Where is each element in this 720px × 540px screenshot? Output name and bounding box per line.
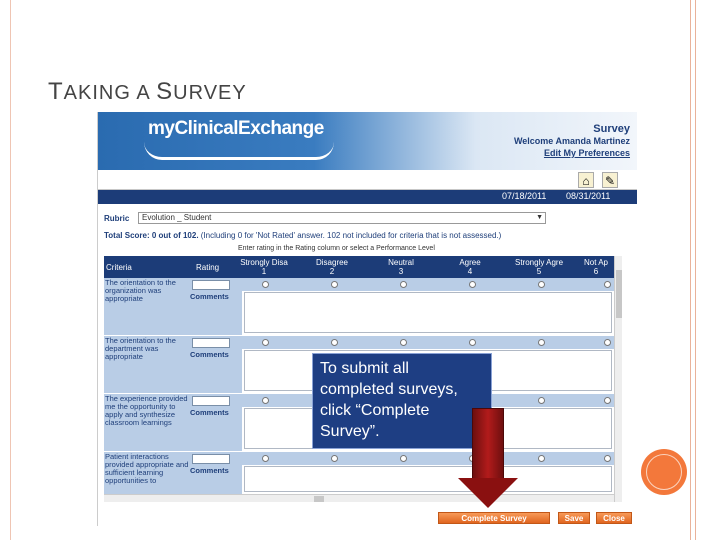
rubric-label: Rubric <box>104 214 130 223</box>
grid-header: Criteria Rating Strongly Disa 1 Disagree 2… <box>104 256 614 278</box>
date-range-bar: 07/18/2011 08/31/2011 <box>98 190 637 204</box>
rating-input[interactable] <box>192 338 230 348</box>
radio-level-2[interactable] <box>331 339 338 346</box>
toolbar: ⌂ ✎ <box>98 170 637 190</box>
radio-level-1[interactable] <box>262 397 269 404</box>
radio-level-2[interactable] <box>331 281 338 288</box>
table-row: The orientation to the organization was … <box>104 278 614 335</box>
radio-level-4[interactable] <box>469 339 476 346</box>
radio-level-5[interactable] <box>538 397 545 404</box>
vertical-scrollbar[interactable] <box>614 256 622 502</box>
col-criteria: Criteria <box>106 263 132 272</box>
scroll-thumb[interactable] <box>616 270 622 318</box>
edit-preferences-link[interactable]: Edit My Preferences <box>514 147 630 159</box>
end-date: 08/31/2011 <box>566 191 611 201</box>
logo-swoosh-icon <box>144 142 334 160</box>
start-date: 07/18/2011 <box>502 191 547 201</box>
radio-level-6[interactable] <box>604 281 611 288</box>
rating-input[interactable] <box>192 280 230 290</box>
radio-level-3[interactable] <box>400 281 407 288</box>
app-screenshot: myClinicalExchange Survey Welcome Amanda… <box>97 112 637 526</box>
rating-instructions: Enter rating in the Rating column or sel… <box>238 245 435 252</box>
close-button[interactable]: Close <box>596 512 632 524</box>
app-logo[interactable]: myClinicalExchange <box>148 118 324 140</box>
instruction-callout: To submit all completed surveys, click “… <box>312 353 492 449</box>
col-level-6: Not Ap 6 <box>583 258 608 276</box>
total-score: Total Score: 0 out of 102. (Including 0 … <box>104 231 502 240</box>
radio-level-5[interactable] <box>538 339 545 346</box>
red-arrow-shaft <box>472 408 504 480</box>
col-level-3: Neutral 3 <box>388 258 414 276</box>
col-level-5: Strongly Agre 5 <box>514 258 564 276</box>
rating-input[interactable] <box>192 454 230 464</box>
criteria-text: The orientation to the department was ap… <box>104 336 190 393</box>
radio-level-6[interactable] <box>604 339 611 346</box>
criteria-text: The orientation to the organization was … <box>104 278 190 335</box>
radio-level-2[interactable] <box>331 455 338 462</box>
complete-survey-button[interactable]: Complete Survey <box>438 512 550 524</box>
table-row: Patient interactions provided appropriat… <box>104 452 614 494</box>
col-rating: Rating <box>196 263 220 272</box>
comments-label: Comments <box>190 292 229 301</box>
col-level-4: Agree 4 <box>459 258 481 276</box>
radio-level-5[interactable] <box>538 281 545 288</box>
comments-field[interactable] <box>244 292 612 333</box>
slide-right-border <box>690 0 696 540</box>
radio-level-5[interactable] <box>538 455 545 462</box>
welcome-text: Welcome Amanda Martinez <box>513 136 630 146</box>
red-arrow-down-icon <box>458 478 518 508</box>
criteria-text: The experience provided me the opportuni… <box>104 394 190 451</box>
save-button[interactable]: Save <box>558 512 590 524</box>
home-icon[interactable]: ⌂ <box>578 172 594 188</box>
radio-level-4[interactable] <box>469 281 476 288</box>
page-label: Survey <box>593 123 630 135</box>
header-user-info: Survey Welcome Amanda Martinez Edit My P… <box>514 123 630 159</box>
radio-level-6[interactable] <box>604 455 611 462</box>
radio-level-1[interactable] <box>262 455 269 462</box>
comments-label: Comments <box>190 466 229 475</box>
app-banner: myClinicalExchange Survey Welcome Amanda… <box>98 112 637 170</box>
comments-label: Comments <box>190 350 229 359</box>
col-level-2: Disagree 2 <box>315 258 348 276</box>
scroll-thumb[interactable] <box>314 496 324 502</box>
radio-level-1[interactable] <box>262 281 269 288</box>
rating-input[interactable] <box>192 396 230 406</box>
rubric-select[interactable]: Evolution _ Student ▼ <box>138 212 546 224</box>
radio-level-1[interactable] <box>262 339 269 346</box>
radio-level-3[interactable] <box>400 339 407 346</box>
circle-ring-decoration <box>646 454 682 490</box>
comments-field[interactable] <box>244 466 612 492</box>
slide-left-border <box>10 0 12 540</box>
col-level-1: Strongly Disa 1 <box>240 258 288 276</box>
criteria-text: Patient interactions provided appropriat… <box>104 452 190 494</box>
chevron-down-icon: ▼ <box>536 214 543 221</box>
slide-title: TAKING A SURVEY <box>48 78 247 105</box>
comments-label: Comments <box>190 408 229 417</box>
edit-icon[interactable]: ✎ <box>602 172 618 188</box>
horizontal-scrollbar[interactable] <box>104 494 614 502</box>
radio-level-6[interactable] <box>604 397 611 404</box>
radio-level-3[interactable] <box>400 455 407 462</box>
